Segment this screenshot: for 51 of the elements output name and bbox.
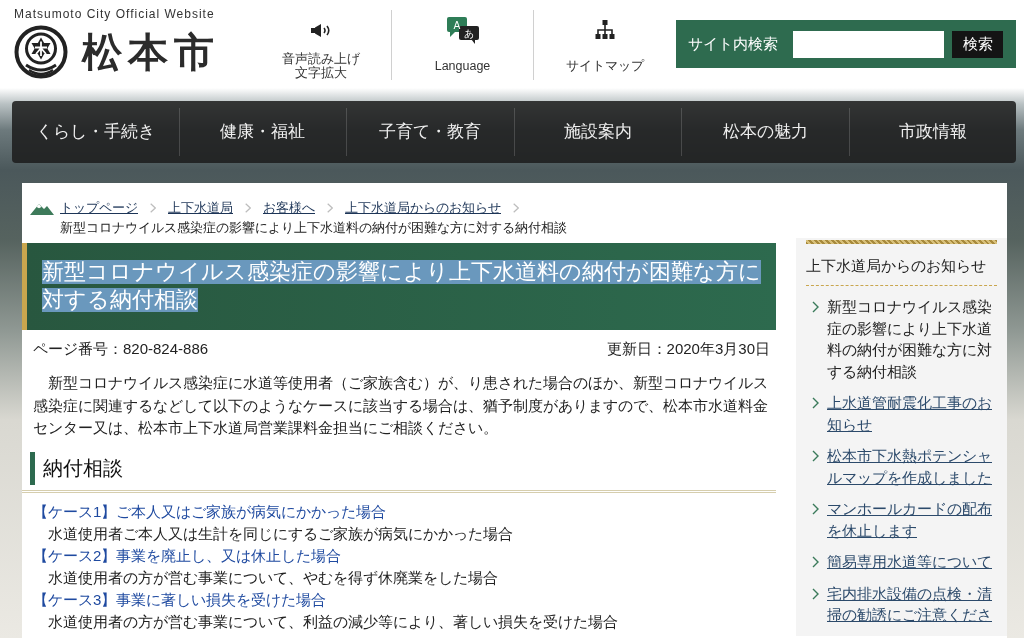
chevron-icon xyxy=(327,203,333,213)
sidebar-link[interactable]: 宅内排水設備の点検・清掃の勧誘にご注意くださ xyxy=(827,582,997,626)
sidebar-link[interactable]: 簡易専用水道等について xyxy=(827,551,992,573)
search-button[interactable]: 検索 xyxy=(952,30,1003,58)
chevron-icon xyxy=(812,587,819,600)
nav-link[interactable]: くらし・手続き xyxy=(12,101,179,163)
breadcrumb-link[interactable]: 上下水道局 xyxy=(168,198,233,218)
breadcrumb-current: 新型コロナウイルス感染症の影響により上下水道料の納付が困難な方に対する納付相談 xyxy=(59,219,568,237)
breadcrumb-link[interactable]: トップページ xyxy=(60,198,138,218)
nav-link[interactable]: 施設案内 xyxy=(514,101,681,163)
sidebar-current-item: 新型コロナウイルス感染症の影響により上下水道料の納付が困難な方に対する納付相談 xyxy=(827,297,993,382)
chevron-icon xyxy=(513,203,519,213)
site-logo-link[interactable]: 松本市 xyxy=(14,25,220,79)
nav-link[interactable]: 子育て・教育 xyxy=(347,101,514,163)
sidebar-link[interactable]: マンホールカードの配布を休止します xyxy=(827,498,997,541)
site-tagline: Matsumoto City Official Website xyxy=(14,6,215,22)
case-heading: 【ケース2】事業を廃止し、又は休止した場合 xyxy=(33,545,343,566)
chevron-icon xyxy=(812,397,819,409)
sidebar-link[interactable]: 上水道管耐震化工事のお知らせ xyxy=(827,392,997,435)
chevron-icon xyxy=(150,203,156,213)
case-heading: 【ケース3】事業に著しい損失を受けた場合 xyxy=(33,589,328,610)
page-title: 新型コロナウイルス感染症の影響により上下水道料の納付が困難な方に対する納付相談 xyxy=(42,259,762,314)
page-number: ページ番号：820-824-886 xyxy=(33,339,209,359)
breadcrumb-link[interactable]: お客様へ xyxy=(263,198,315,218)
nav-link[interactable]: 松本の魅力 xyxy=(682,101,849,163)
breadcrumb-link[interactable]: 上下水道局からのお知らせ xyxy=(345,198,501,218)
speaker-icon xyxy=(310,23,331,37)
sitemap-icon xyxy=(594,20,615,40)
nav-link[interactable]: 健康・福祉 xyxy=(179,101,346,163)
case-description: 水道使用者の方が営む事業について、利益の減少等により、著しい損失を受けた場合 xyxy=(47,611,619,632)
section-heading: 納付相談 xyxy=(30,451,776,485)
read-aloud-link[interactable]: 音声読み上げ 文字拡大 xyxy=(250,10,391,90)
chevron-icon xyxy=(812,556,819,568)
chevron-icon xyxy=(812,503,819,515)
search-input[interactable] xyxy=(793,30,944,58)
sidebar-heading: 上下水道局からのお知らせ xyxy=(806,244,997,286)
case-description: 水道使用者の方が営む事業について、やむを得ず休廃業をした場合 xyxy=(47,567,499,588)
search-label: サイト内検索 xyxy=(688,33,778,54)
city-emblem-icon xyxy=(14,25,68,79)
chevron-icon xyxy=(812,301,819,313)
case-description: 水道使用者ご本人又は生計を同じにするご家族が病気にかかった場合 xyxy=(47,523,514,544)
nav-link[interactable]: 市政情報 xyxy=(849,101,1016,163)
chevron-icon xyxy=(812,450,819,462)
updated-date: 更新日：2020年3月30日 xyxy=(606,339,770,359)
case-heading: 【ケース1】ご本人又はご家族が病気にかかった場合 xyxy=(33,501,388,522)
chevron-icon xyxy=(245,203,251,213)
language-link[interactable]: A あ Language xyxy=(392,10,533,90)
mountain-icon xyxy=(30,201,54,215)
sitemap-link[interactable]: サイトマップ xyxy=(534,10,675,90)
sidebar-link[interactable]: 松本市下水熱ポテンシャルマップを作成しました xyxy=(827,445,997,488)
intro-paragraph: 新型コロナウイルス感染症に水道等使用者（ご家族含む）が、り患された場合のほか、新型コロナウイルス感染症に関連するなどして以下のようなケースに該当する場合は、猶予制度がありますので、松本市水道料金センター又は、松本市上下水道局営業課料金担当にご相談ください。 xyxy=(33,373,769,438)
